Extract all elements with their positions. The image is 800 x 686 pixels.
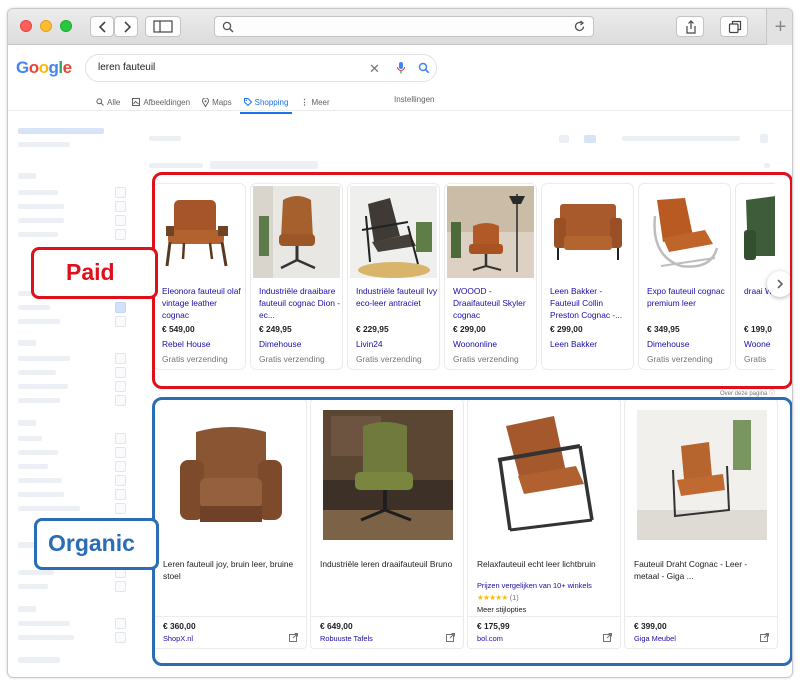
paid-label-text: Paid <box>66 259 115 285</box>
share-icon <box>686 20 696 34</box>
search-icon <box>96 98 104 106</box>
search-tabs: Alle Afbeeldingen Maps Shopping ⋮ Meer <box>96 93 342 114</box>
browser-toolbar: + <box>8 9 792 45</box>
tab-maps[interactable]: Maps <box>202 93 232 111</box>
search-input[interactable]: leren fauteuil ✕ <box>85 54 437 82</box>
settings-link[interactable]: Instellingen <box>394 95 434 104</box>
tabs-icon <box>728 20 742 34</box>
tab-label: Maps <box>212 97 232 107</box>
more-vert-icon: ⋮ <box>300 97 309 107</box>
paid-annotation-label: Paid <box>31 247 158 299</box>
close-window-button[interactable] <box>20 20 32 32</box>
tab-afbeeldingen[interactable]: Afbeeldingen <box>132 93 190 111</box>
tab-meer[interactable]: ⋮ Meer <box>300 93 329 111</box>
sidebar-toggle-button[interactable] <box>145 16 181 37</box>
about-page-link[interactable]: Over deze pagina ⓘ <box>720 388 775 397</box>
tabs-overview-button[interactable] <box>720 16 748 37</box>
clear-icon[interactable]: ✕ <box>369 61 380 77</box>
search-submit-icon[interactable] <box>418 62 430 74</box>
google-logo[interactable]: Google <box>16 58 72 78</box>
tab-label: Shopping <box>254 97 289 107</box>
map-pin-icon <box>202 97 210 107</box>
tag-icon <box>243 98 252 106</box>
tab-alle[interactable]: Alle <box>96 93 120 111</box>
search-icon <box>222 21 234 33</box>
browser-window: + Google leren fauteuil ✕ Alle Afbeeldin… <box>7 8 793 678</box>
organic-results-highlight <box>152 397 792 666</box>
tab-label: Afbeeldingen <box>143 97 191 107</box>
search-query[interactable]: leren fauteuil <box>98 62 155 73</box>
paid-results-highlight <box>152 172 792 389</box>
tab-label: Alle <box>107 97 121 107</box>
forward-button[interactable] <box>114 16 138 37</box>
chevron-right-icon <box>124 21 132 33</box>
tab-shopping[interactable]: Shopping <box>239 93 293 114</box>
back-button[interactable] <box>90 16 114 37</box>
maximize-window-button[interactable] <box>60 20 72 32</box>
image-icon <box>132 98 141 106</box>
minimize-window-button[interactable] <box>40 20 52 32</box>
header-divider <box>8 110 792 111</box>
sidebar-icon <box>153 20 173 33</box>
reload-icon[interactable] <box>573 20 586 33</box>
organic-annotation-label: Organic <box>34 518 159 570</box>
new-tab-button[interactable]: + <box>766 9 792 45</box>
address-bar[interactable] <box>214 16 594 37</box>
organic-label-text: Organic <box>48 530 135 556</box>
tab-label: Meer <box>311 97 330 107</box>
share-button[interactable] <box>676 16 704 37</box>
microphone-icon[interactable] <box>396 61 406 75</box>
chevron-left-icon <box>98 21 106 33</box>
